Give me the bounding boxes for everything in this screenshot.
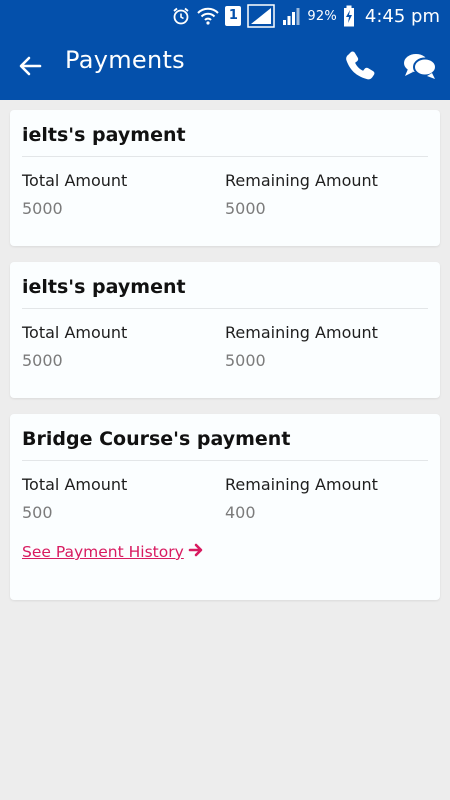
total-amount-value: 500 <box>22 503 53 522</box>
remaining-amount-value: 5000 <box>225 199 266 218</box>
battery-charging-icon <box>343 5 355 27</box>
page-title: Payments <box>65 46 185 74</box>
total-amount-label: Total Amount <box>22 475 128 494</box>
sim-slot-icon: 1 <box>225 6 242 26</box>
remaining-amount-label: Remaining Amount <box>225 475 378 494</box>
app-header: 1 92% 4:45 pm Payments <box>0 0 450 100</box>
see-payment-history-link[interactable]: See Payment History <box>22 542 204 562</box>
arrow-right-icon <box>188 542 204 562</box>
status-icons: 1 92% 4:45 pm <box>171 4 440 28</box>
history-link-label: See Payment History <box>22 543 184 561</box>
status-bar: 1 92% 4:45 pm <box>0 0 450 32</box>
payment-card: ielts's payment Total Amount Remaining A… <box>10 262 440 398</box>
total-amount-value: 5000 <box>22 199 63 218</box>
phone-icon[interactable] <box>342 48 378 84</box>
divider <box>22 308 428 309</box>
payment-card: ielts's payment Total Amount Remaining A… <box>10 110 440 246</box>
signal-bars-icon <box>281 6 301 26</box>
remaining-amount-value: 400 <box>225 503 256 522</box>
alarm-icon <box>171 6 191 26</box>
clock: 4:45 pm <box>364 5 440 27</box>
divider <box>22 156 428 157</box>
signal-strength-icon <box>247 4 276 28</box>
payment-title: Bridge Course's payment <box>22 428 291 450</box>
wifi-icon <box>197 6 220 26</box>
total-amount-value: 5000 <box>22 351 63 370</box>
payment-title: ielts's payment <box>22 276 186 298</box>
payment-card: Bridge Course's payment Total Amount Rem… <box>10 414 440 600</box>
total-amount-label: Total Amount <box>22 171 128 190</box>
battery-percent: 92% <box>307 8 337 24</box>
remaining-amount-value: 5000 <box>225 351 266 370</box>
payment-title: ielts's payment <box>22 124 186 146</box>
back-arrow-icon[interactable] <box>14 50 46 82</box>
toolbar: Payments <box>0 36 450 92</box>
chat-icon[interactable] <box>402 48 438 84</box>
divider <box>22 460 428 461</box>
total-amount-label: Total Amount <box>22 323 128 342</box>
remaining-amount-label: Remaining Amount <box>225 171 378 190</box>
remaining-amount-label: Remaining Amount <box>225 323 378 342</box>
